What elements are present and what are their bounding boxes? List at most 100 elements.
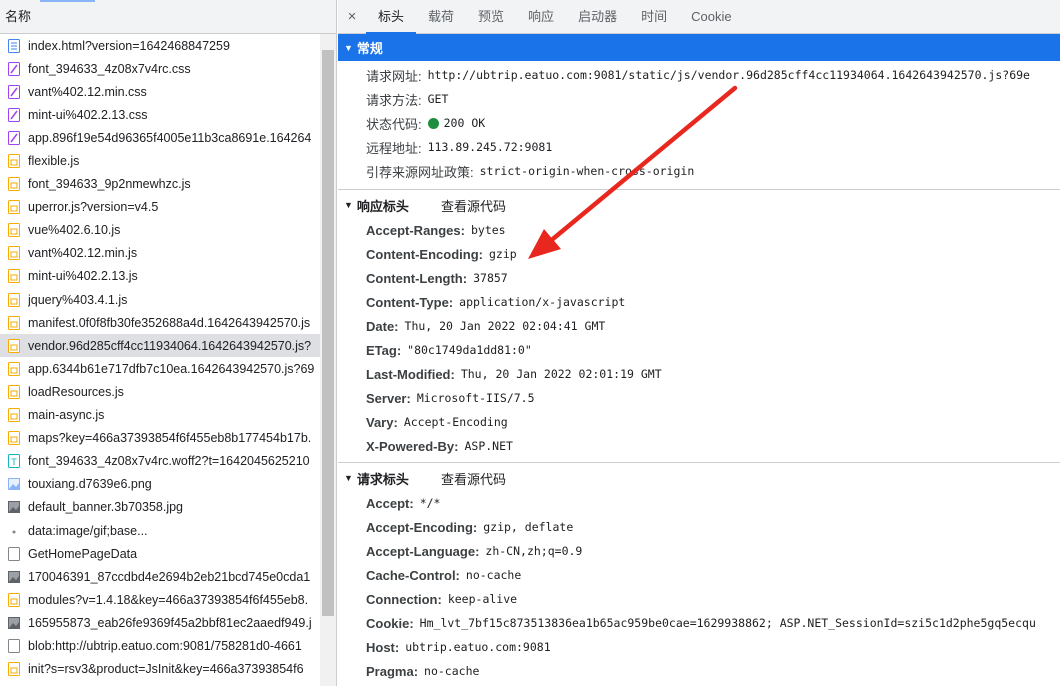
request-name: main-async.js	[28, 408, 105, 423]
request-row[interactable]: flexible.js	[0, 149, 320, 172]
request-name: font_394633_4z08x7v4rc.woff2?t=164204562…	[28, 454, 310, 469]
js-file-icon	[8, 592, 20, 607]
request-row[interactable]: init?s=rsv3&product=JsInit&key=466a37393…	[0, 658, 320, 681]
header-value: Hm_lvt_7bf15c873513836ea1b65ac959be0cae=…	[419, 616, 1036, 630]
blank-file-icon	[8, 546, 20, 561]
header-row: 状态代码: 200 OK	[338, 111, 1060, 135]
js-file-icon	[8, 154, 20, 169]
response-headers-section-header[interactable]: ▼ 响应标头 查看源代码	[338, 192, 1060, 218]
request-row[interactable]: blob:http://ubtrip.eatuo.com:9081/758281…	[0, 634, 320, 657]
request-row[interactable]: jquery%403.4.1.js	[0, 288, 320, 311]
header-value: 37857	[473, 271, 508, 285]
header-row: 请求网址: http://ubtrip.eatuo.com:9081/static…	[338, 63, 1060, 87]
header-value: */*	[419, 496, 441, 510]
name-column-header[interactable]: 名称	[0, 0, 336, 34]
request-name: app.896f19e54d96365f4005e11b3ca8691e.164…	[28, 130, 312, 145]
request-details-panel: × 标头 载荷 预览 响应 启动器 时间 Cookie ▼ 常规 请求网址: http://u…	[338, 0, 1060, 686]
request-row[interactable]: loadResources.js	[0, 380, 320, 403]
header-row: Connection: keep-alive	[338, 587, 1060, 611]
request-row[interactable]: default_banner.3b70358.jpg	[0, 496, 320, 519]
request-row[interactable]: manifest.0f0f8fb30fe352688a4d.1642643942…	[0, 311, 320, 334]
tab-3[interactable]: 响应	[516, 0, 566, 34]
js-file-icon	[8, 361, 20, 376]
header-row: Cookie: Hm_lvt_7bf15c873513836ea1b65ac959…	[338, 611, 1060, 635]
js-file-icon	[8, 246, 20, 261]
header-row: Content-Encoding: gzip	[338, 242, 1060, 266]
blank-file-icon	[8, 638, 20, 653]
general-section-header[interactable]: ▼ 常规	[338, 34, 1060, 61]
header-value: no-cache	[465, 568, 522, 582]
request-row[interactable]: mint-ui%402.2.13.js	[0, 265, 320, 288]
header-value: gzip, deflate	[483, 520, 574, 534]
header-key: 请求方法:	[366, 92, 422, 108]
request-row[interactable]: vue%402.6.10.js	[0, 219, 320, 242]
request-view-source-link[interactable]: 查看源代码	[441, 469, 506, 488]
request-name: index.html?version=1642468847259	[28, 38, 230, 53]
status-ok-icon	[427, 117, 439, 129]
request-list: index.html?version=1642468847259 font_394…	[0, 34, 320, 681]
request-row[interactable]: Tfont_394633_4z08x7v4rc.woff2?t=16420456…	[0, 450, 320, 473]
request-name: app.6344b61e717dfb7c10ea.1642643942570.j…	[28, 361, 315, 376]
request-list-scrollbar[interactable]	[320, 34, 336, 686]
js-file-icon	[8, 431, 20, 446]
js-file-icon	[8, 338, 20, 353]
header-key: Accept:	[366, 495, 414, 511]
request-row[interactable]: maps?key=466a37393854f6f455eb8b177454b17…	[0, 427, 320, 450]
header-value: application/x-javascript	[459, 295, 626, 309]
js-file-icon	[8, 408, 20, 423]
header-row: Accept-Language: zh-CN,zh;q=0.9	[338, 539, 1060, 563]
header-key: Cache-Control:	[366, 567, 460, 583]
header-key: 引荐来源网址政策:	[366, 164, 474, 180]
request-row[interactable]: font_394633_9p2nmewhzc.js	[0, 173, 320, 196]
response-headers-body: Accept-Ranges: bytes Content-Encoding: gzip…	[338, 218, 1060, 462]
request-row[interactable]: main-async.js	[0, 404, 320, 427]
tab-1[interactable]: 载荷	[416, 0, 466, 34]
request-name: touxiang.d7639e6.png	[28, 477, 152, 492]
scrollbar-thumb[interactable]	[322, 50, 334, 616]
header-row: Accept-Ranges: bytes	[338, 218, 1060, 242]
request-headers-section-header[interactable]: ▼ 请求标头 查看源代码	[338, 465, 1060, 491]
header-value: no-cache	[424, 664, 480, 678]
font-file-icon: T	[8, 454, 20, 469]
request-row[interactable]: app.6344b61e717dfb7c10ea.1642643942570.j…	[0, 357, 320, 380]
request-row[interactable]: vant%402.12.min.css	[0, 80, 320, 103]
tab-2[interactable]: 预览	[466, 0, 516, 34]
header-key: Accept-Encoding:	[366, 519, 478, 535]
css-file-icon	[8, 84, 20, 99]
request-name: vant%402.12.min.css	[28, 84, 147, 99]
general-section-title: 常规	[356, 41, 383, 56]
tab-4[interactable]: 启动器	[566, 0, 629, 34]
tab-6[interactable]: Cookie	[679, 0, 743, 34]
response-view-source-link[interactable]: 查看源代码	[441, 196, 506, 215]
request-row[interactable]: uperror.js?version=v4.5	[0, 196, 320, 219]
header-key: Connection:	[366, 591, 442, 607]
request-row[interactable]: font_394633_4z08x7v4rc.css	[0, 57, 320, 80]
header-row: 引荐来源网址政策: strict-origin-when-cross-origin	[338, 159, 1060, 183]
request-row[interactable]: 170046391_87ccdbd4e2694b2eb21bcd745e0cda…	[0, 565, 320, 588]
close-icon[interactable]: ×	[338, 8, 366, 25]
header-value: Microsoft-IIS/7.5	[416, 391, 535, 405]
request-row[interactable]: touxiang.d7639e6.png	[0, 473, 320, 496]
header-row: ETag: "80c1749da1dd81:0"	[338, 338, 1060, 362]
request-row[interactable]: app.896f19e54d96365f4005e11b3ca8691e.164…	[0, 126, 320, 149]
header-row: Date: Thu, 20 Jan 2022 02:04:41 GMT	[338, 314, 1060, 338]
tab-5[interactable]: 时间	[629, 0, 679, 34]
network-request-list-panel: 名称 index.html?version=1642468847259 font_…	[0, 0, 337, 686]
request-row[interactable]: mint-ui%402.2.13.css	[0, 103, 320, 126]
header-value: zh-CN,zh;q=0.9	[485, 544, 583, 558]
request-row[interactable]: data:image/gif;base...	[0, 519, 320, 542]
header-key: Server:	[366, 390, 411, 406]
tab-0[interactable]: 标头	[366, 0, 417, 34]
request-row[interactable]: 165955873_eab26fe9369f45a2bbf81ec2aaedf9…	[0, 611, 320, 634]
request-row[interactable]: vendor.96d285cff4cc11934064.164264394257…	[0, 334, 320, 358]
request-headers-title: 请求标头	[356, 471, 409, 487]
request-row[interactable]: vant%402.12.min.js	[0, 242, 320, 265]
css-file-icon	[8, 130, 20, 145]
request-row[interactable]: GetHomePageData	[0, 542, 320, 565]
header-value: "80c1749da1dd81:0"	[407, 343, 532, 357]
header-value: bytes	[470, 223, 506, 237]
request-name: vant%402.12.min.js	[28, 246, 138, 261]
request-row[interactable]: modules?v=1.4.18&key=466a37393854f6f455e…	[0, 588, 320, 611]
request-row[interactable]: index.html?version=1642468847259	[0, 34, 320, 57]
header-key: Content-Encoding:	[366, 246, 483, 262]
